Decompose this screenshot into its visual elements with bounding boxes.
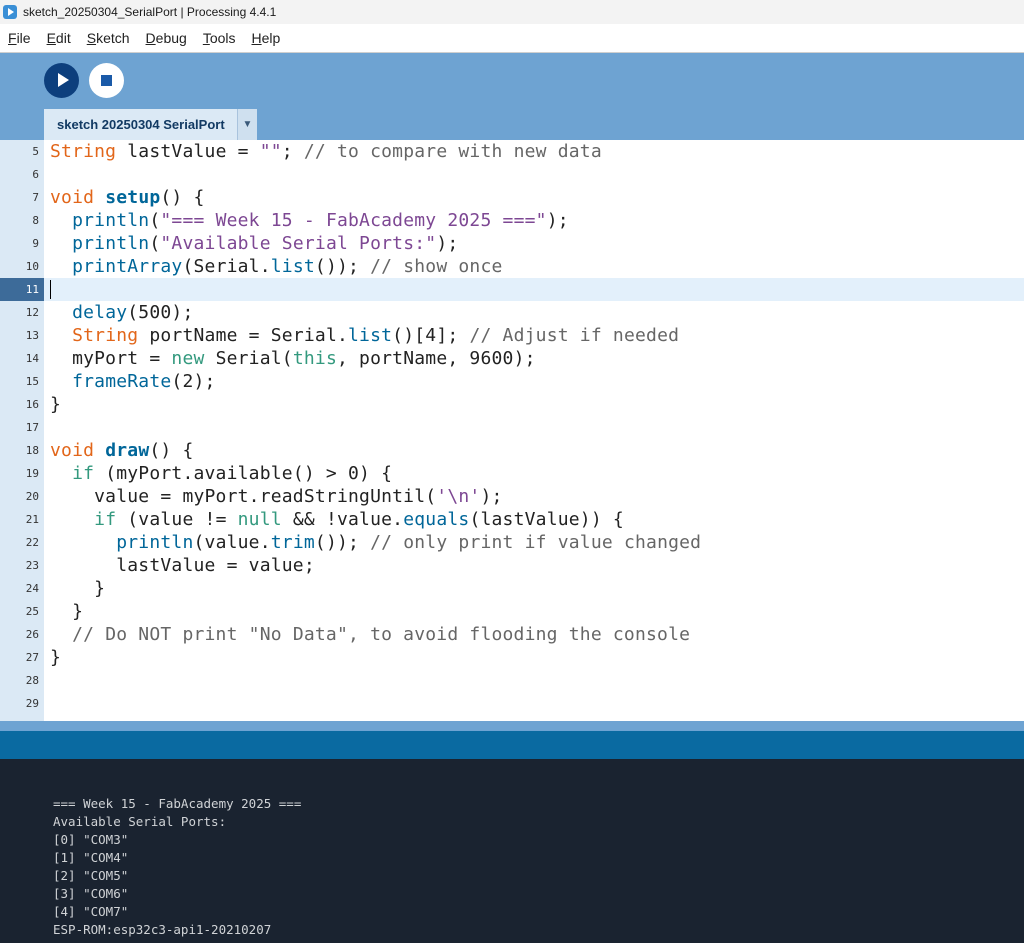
menu-bar: File Edit Sketch Debug Tools Help (0, 24, 1024, 53)
line-number: 24 (25, 582, 39, 595)
console-line: === Week 15 - FabAcademy 2025 === (53, 796, 302, 811)
code-text: if (value != null && !value.equals(lastV… (94, 509, 624, 530)
line-number: 7 (32, 191, 39, 204)
stop-button[interactable] (89, 63, 124, 98)
code-text: String lastValue = ""; // to compare wit… (50, 141, 602, 162)
console-line: [0] "COM3" (53, 832, 129, 847)
line-number: 14 (25, 352, 39, 365)
code-text: delay(500); (72, 302, 194, 323)
code-text: } (50, 601, 84, 622)
code-line[interactable]: 10 printArray(Serial.list()); // show on… (0, 255, 1024, 278)
code-line[interactable]: 6 (0, 163, 1024, 186)
console[interactable]: === Week 15 - FabAcademy 2025 === Availab… (0, 759, 1024, 943)
code-text: myPort = new Serial(this, portName, 9600… (50, 348, 536, 369)
run-button[interactable] (44, 63, 79, 98)
code-text: // Do NOT print "No Data", to avoid floo… (72, 624, 691, 645)
text-cursor (50, 280, 51, 299)
title-bar: sketch_20250304_SerialPort | Processing … (0, 0, 1024, 24)
toolbar: sketch 20250304 SerialPort ▼ (0, 53, 1024, 140)
window-title: sketch_20250304_SerialPort | Processing … (23, 5, 277, 19)
line-number: 8 (32, 214, 39, 227)
console-line: [4] "COM7" (53, 904, 129, 919)
code-line[interactable]: 20 value = myPort.readStringUntil('\n'); (0, 485, 1024, 508)
tab-menu-dropdown-icon[interactable]: ▼ (237, 109, 257, 140)
line-number: 18 (25, 444, 39, 457)
code-line[interactable]: 24 } (0, 577, 1024, 600)
code-text: println("Available Serial Ports:"); (72, 233, 459, 254)
line-number: 19 (25, 467, 39, 480)
menu-sketch[interactable]: Sketch (79, 30, 138, 46)
code-text: lastValue = value; (50, 555, 315, 576)
code-line[interactable]: 12 delay(500); (0, 301, 1024, 324)
menu-debug[interactable]: Debug (138, 30, 195, 46)
code-text: println("=== Week 15 - FabAcademy 2025 =… (72, 210, 569, 231)
line-number: 16 (25, 398, 39, 411)
line-number: 26 (25, 628, 39, 641)
code-text: } (50, 647, 62, 668)
code-line[interactable]: 15 frameRate(2); (0, 370, 1024, 393)
line-number: 25 (25, 605, 39, 618)
code-line[interactable]: 23 lastValue = value; (0, 554, 1024, 577)
code-text: printArray(Serial.list()); // show once (72, 256, 503, 277)
line-number: 23 (25, 559, 39, 572)
console-line: [3] "COM6" (53, 886, 129, 901)
code-line[interactable]: 27} (0, 646, 1024, 669)
menu-tools[interactable]: Tools (195, 30, 244, 46)
code-line[interactable]: 22 println(value.trim()); // only print … (0, 531, 1024, 554)
line-number: 15 (25, 375, 39, 388)
menu-file[interactable]: File (0, 30, 39, 46)
line-number: 28 (25, 674, 39, 687)
code-line[interactable]: 28 (0, 669, 1024, 692)
code-line[interactable]: 7 void setup() { (0, 186, 1024, 209)
line-number: 17 (25, 421, 39, 434)
console-line: Available Serial Ports: (53, 814, 227, 829)
code-line[interactable]: 19 if (myPort.available() > 0) { (0, 462, 1024, 485)
code-line[interactable]: 9 println("Available Serial Ports:"); (0, 232, 1024, 255)
code-text: value = myPort.readStringUntil('\n'); (50, 486, 503, 507)
code-text: frameRate(2); (72, 371, 216, 392)
code-text: void draw() { (50, 440, 194, 461)
line-number: 27 (25, 651, 39, 664)
code-line[interactable]: 13 String portName = Serial.list()[4]; /… (0, 324, 1024, 347)
code-line[interactable]: 26 // Do NOT print "No Data", to avoid f… (0, 623, 1024, 646)
code-text: } (50, 578, 106, 599)
code-line[interactable]: 8 println("=== Week 15 - FabAcademy 2025… (0, 209, 1024, 232)
menu-edit[interactable]: Edit (39, 30, 79, 46)
console-line: [1] "COM4" (53, 850, 129, 865)
line-number: 11 (25, 283, 39, 296)
line-number: 10 (25, 260, 39, 273)
message-area (0, 731, 1024, 759)
code-line[interactable]: 5 String lastValue = ""; // to compare wi… (0, 140, 1024, 163)
editor-status-strip (0, 721, 1024, 731)
line-number: 13 (25, 329, 39, 342)
line-number: 9 (32, 237, 39, 250)
code-line[interactable]: 17 (0, 416, 1024, 439)
code-line[interactable]: 29 (0, 692, 1024, 715)
line-number: 21 (25, 513, 39, 526)
code-line[interactable]: 18 void draw() { (0, 439, 1024, 462)
processing-app-icon (3, 5, 17, 19)
line-number: 12 (25, 306, 39, 319)
code-text: if (myPort.available() > 0) { (72, 463, 393, 484)
code-line[interactable]: 14 myPort = new Serial(this, portName, 9… (0, 347, 1024, 370)
line-number: 22 (25, 536, 39, 549)
menu-help[interactable]: Help (244, 30, 289, 46)
code-text: String portName = Serial.list()[4]; // A… (72, 325, 680, 346)
line-number: 5 (32, 145, 39, 158)
code-text: } (50, 394, 62, 415)
line-number: 6 (32, 168, 39, 181)
tab-sketch[interactable]: sketch 20250304 SerialPort (44, 109, 237, 140)
line-number: 20 (25, 490, 39, 503)
code-text: void setup() { (50, 187, 205, 208)
code-line[interactable]: 16} (0, 393, 1024, 416)
console-line: ESP-ROM:esp32c3-api1-20210207 (53, 922, 272, 937)
code-line[interactable]: 11 (0, 278, 1024, 301)
console-line: [2] "COM5" (53, 868, 129, 883)
line-number: 29 (25, 697, 39, 710)
code-line[interactable]: 25 } (0, 600, 1024, 623)
code-text: println(value.trim()); // only print if … (116, 532, 702, 553)
code-line[interactable]: 21 if (value != null && !value.equals(la… (0, 508, 1024, 531)
